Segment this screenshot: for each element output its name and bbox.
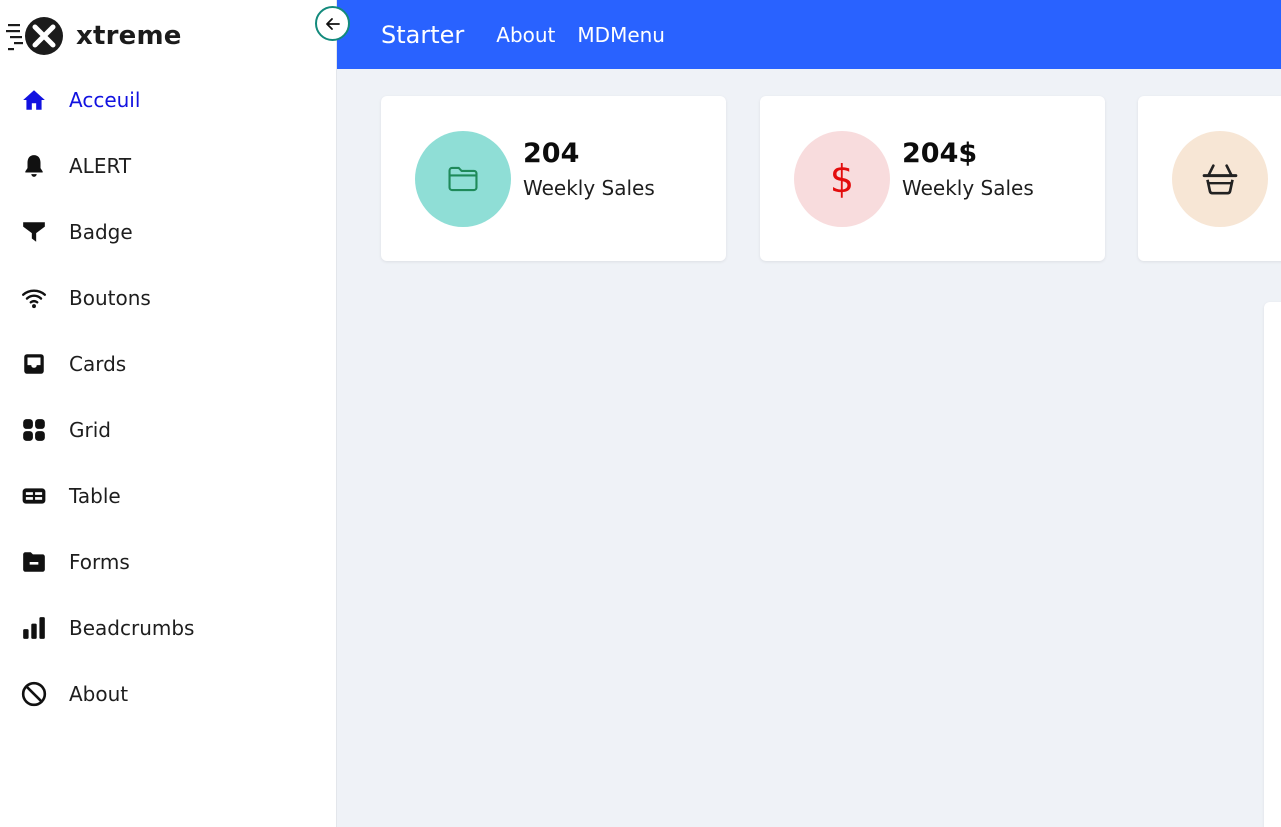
sidebar-item-label: Acceuil (69, 88, 141, 112)
folder-outline-icon (448, 166, 478, 192)
stat-card: $ 204$ Weekly Sales (760, 96, 1105, 261)
bell-icon (21, 153, 47, 179)
sidebar-item-about[interactable]: About (0, 661, 336, 727)
sidebar-item-grid[interactable]: Grid (0, 397, 336, 463)
brand-name: xtreme (76, 21, 182, 51)
sidebar-item-badge[interactable]: Badge (0, 199, 336, 265)
sidebar-item-label: ALERT (69, 154, 132, 178)
inbox-icon (21, 351, 47, 377)
bar-chart-icon (21, 615, 47, 641)
home-icon (21, 87, 47, 113)
nav-link-about[interactable]: About (496, 23, 555, 47)
stat-icon-circle (415, 131, 511, 227)
basket-icon (1202, 164, 1238, 195)
sidebar-item-label: About (69, 682, 129, 706)
sidebar-item-table[interactable]: Table (0, 463, 336, 529)
stat-value: 204 (523, 138, 580, 169)
sidebar-item-acceuil[interactable]: Acceuil (0, 67, 336, 133)
top-navbar: Starter About MDMenu (337, 0, 1281, 69)
grid-icon (21, 417, 47, 443)
x-logo-icon (6, 17, 63, 55)
content-panel (1264, 302, 1281, 827)
sidebar-item-label: Forms (69, 550, 130, 574)
sidebar-toggle-button[interactable] (315, 6, 350, 41)
stat-label: Weekly Sales (902, 176, 1034, 200)
wifi-icon (21, 285, 47, 311)
funnel-icon (21, 219, 47, 245)
stat-icon-circle (1172, 131, 1268, 227)
sidebar-item-boutons[interactable]: Boutons (0, 265, 336, 331)
sidebar-nav: Acceuil ALERT Badge Boutons Cards Grid T… (0, 67, 336, 727)
sidebar: xtreme Acceuil ALERT Badge Boutons Cards… (0, 0, 337, 827)
sidebar-item-label: Table (69, 484, 121, 508)
sidebar-item-label: Cards (69, 352, 127, 376)
sidebar-item-label: Beadcrumbs (69, 616, 195, 640)
stat-card (1138, 96, 1281, 261)
stat-value: 204$ (902, 138, 978, 169)
dollar-icon: $ (829, 157, 855, 201)
folder-icon (21, 549, 47, 575)
sidebar-item-forms[interactable]: Forms (0, 529, 336, 595)
arrow-left-icon (325, 17, 340, 30)
sidebar-item-label: Boutons (69, 286, 151, 310)
sidebar-item-alert[interactable]: ALERT (0, 133, 336, 199)
sidebar-item-cards[interactable]: Cards (0, 331, 336, 397)
ban-icon (21, 681, 47, 707)
table-icon (21, 483, 47, 509)
brand[interactable]: xtreme (6, 14, 182, 58)
nav-link-mdmenu[interactable]: MDMenu (577, 23, 665, 47)
sidebar-item-label: Grid (69, 418, 111, 442)
stat-card: 204 Weekly Sales (381, 96, 726, 261)
sidebar-item-beadcrumbs[interactable]: Beadcrumbs (0, 595, 336, 661)
stat-label: Weekly Sales (523, 176, 655, 200)
stat-icon-circle: $ (794, 131, 890, 227)
navbar-brand[interactable]: Starter (381, 21, 464, 49)
sidebar-item-label: Badge (69, 220, 133, 244)
